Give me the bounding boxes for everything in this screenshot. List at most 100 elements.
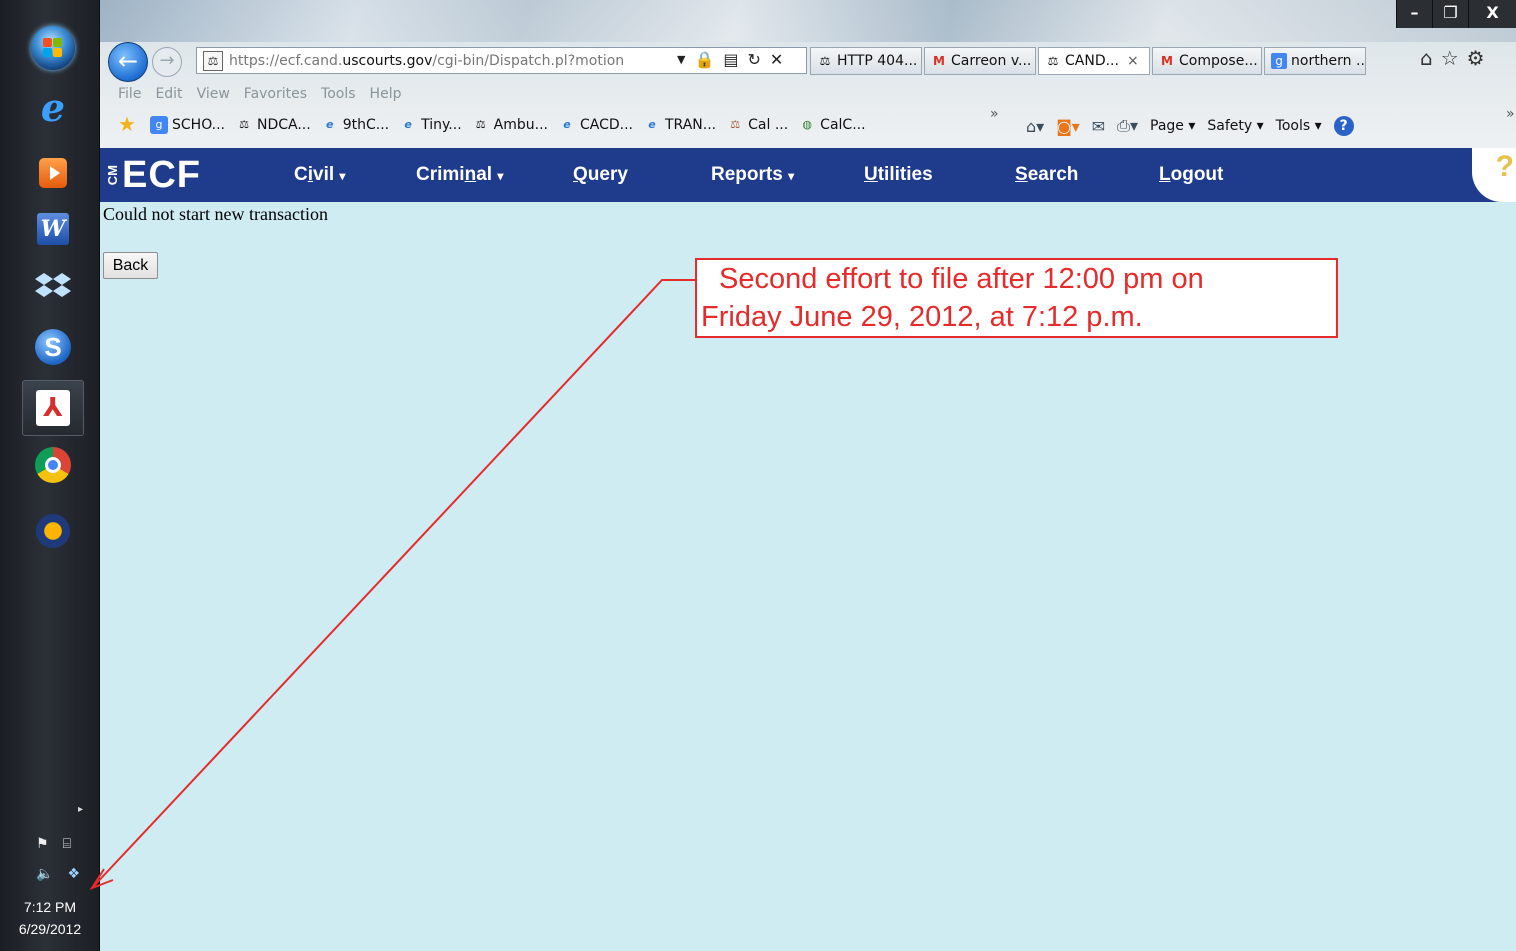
menu-reports[interactable]: Reports ▾ xyxy=(711,148,794,202)
scales-icon: ⚖ xyxy=(239,118,249,131)
app-s-icon[interactable]: S xyxy=(22,322,84,372)
window-controls: – ❐ X xyxy=(1396,0,1516,28)
ie-page-icon: e xyxy=(563,118,571,131)
google-icon: g xyxy=(150,116,168,134)
ecf-navigation-bar: CM ECF Civil ▾ Criminal ▾ Query Reports … xyxy=(100,148,1516,202)
menu-file[interactable]: File xyxy=(118,86,141,102)
tab-label: Carreon v... xyxy=(951,53,1032,69)
favorite-label: CalC... xyxy=(820,117,866,133)
window-frame-background xyxy=(100,0,1516,42)
safety-menu[interactable]: Safety ▾ xyxy=(1207,118,1263,134)
page-menu[interactable]: Page ▾ xyxy=(1150,118,1195,134)
tools-menu[interactable]: Tools ▾ xyxy=(1276,118,1322,134)
address-dropdown-icon[interactable]: ▼ xyxy=(677,50,685,70)
favorite-item[interactable]: ⚖ Ambu... xyxy=(472,114,548,136)
command-bar: ⌂▾ ◙▾ ✉ ⎙▾ Page ▾ Safety ▾ Tools ▾ ? xyxy=(1026,116,1354,136)
tab-label: CAND... xyxy=(1065,53,1119,69)
menu-query[interactable]: Query xyxy=(573,148,628,202)
scales-icon: ⚖ xyxy=(730,118,741,131)
favorite-item[interactable]: ◍ CalC... xyxy=(798,114,865,136)
menu-search[interactable]: Search xyxy=(1015,148,1078,202)
action-center-flag-icon[interactable]: ⚑ xyxy=(36,836,49,852)
favorite-label: Ambu... xyxy=(493,117,548,133)
refresh-icon[interactable]: ↻ xyxy=(748,50,761,70)
favorites-overflow-chevron-icon[interactable]: » xyxy=(990,106,999,122)
ie-page-icon: e xyxy=(325,118,334,131)
gmail-icon: M xyxy=(933,54,945,68)
tab-http-404[interactable]: ⚖ HTTP 404... xyxy=(810,47,922,75)
menu-help[interactable]: Help xyxy=(370,86,402,102)
internet-explorer-icon[interactable]: e xyxy=(22,82,84,132)
ie-page-icon: e xyxy=(648,118,656,131)
volume-icon[interactable]: 🔈 xyxy=(36,866,53,882)
stop-icon[interactable]: ✕ xyxy=(770,50,783,70)
favorite-item[interactable]: e TRAN... xyxy=(643,114,716,136)
read-mail-icon[interactable]: ✉ xyxy=(1092,117,1105,136)
tab-label: HTTP 404... xyxy=(837,53,918,69)
back-button[interactable]: Back xyxy=(103,252,158,279)
clock-date: 6/29/2012 xyxy=(18,921,82,937)
audio-app-icon[interactable] xyxy=(22,506,84,556)
chrome-icon[interactable] xyxy=(22,440,84,490)
menu-favorites[interactable]: Favorites xyxy=(244,86,307,102)
tab-cand[interactable]: ⚖ CAND... × xyxy=(1038,47,1150,75)
minimize-button[interactable]: – xyxy=(1396,0,1432,28)
favorite-item[interactable]: e CACD... xyxy=(558,114,633,136)
acrobat-icon[interactable]: ⅄ xyxy=(22,380,84,436)
favorite-item[interactable]: ⚖ NDCA... xyxy=(235,114,311,136)
media-player-icon[interactable] xyxy=(22,148,84,198)
menu-criminal[interactable]: Criminal ▾ xyxy=(416,148,503,202)
menu-view[interactable]: View xyxy=(197,86,230,102)
favorite-label: TRAN... xyxy=(665,117,717,133)
annotation-callout: Second effort to file after 12:00 pm on … xyxy=(695,258,1338,338)
favorites-add-star-icon[interactable]: ★ xyxy=(118,114,140,136)
show-hidden-icons-arrow[interactable]: ▸ xyxy=(78,804,88,815)
favorite-label: Cal ... xyxy=(748,117,789,133)
tab-northern[interactable]: g northern ... xyxy=(1264,47,1366,75)
favorites-bar: ★ g SCHO... ⚖ NDCA... e 9thC... e Tiny... ⚖ A… xyxy=(118,114,866,136)
tray-row-1: ⚑ ⌸ xyxy=(36,836,71,852)
compatibility-view-icon[interactable]: ▤ xyxy=(723,50,738,70)
settings-gear-icon[interactable]: ⚙ xyxy=(1467,46,1485,70)
scales-icon: ⚖ xyxy=(475,118,486,131)
print-icon[interactable]: ⎙▾ xyxy=(1117,116,1138,136)
dropbox-tray-icon[interactable]: ❖ xyxy=(67,866,80,882)
chevron-down-icon: ▾ xyxy=(497,169,504,183)
lock-icon[interactable]: 🔒 xyxy=(694,50,714,70)
menu-utilities[interactable]: Utilities xyxy=(864,148,933,202)
tray-row-2: 🔈 ❖ xyxy=(36,866,80,882)
ecf-help-button[interactable]: ? xyxy=(1472,148,1516,202)
tab-strip: ⚖ HTTP 404... M Carreon v... ⚖ CAND... ×… xyxy=(810,47,1368,75)
address-tools: ▼ 🔒 ▤ ↻ ✕ xyxy=(677,50,783,70)
tab-carreon[interactable]: M Carreon v... xyxy=(924,47,1036,75)
home-icon[interactable]: ⌂ xyxy=(1420,46,1433,70)
favorite-item[interactable]: e Tiny... xyxy=(399,114,461,136)
tab-close-icon[interactable]: × xyxy=(1127,53,1139,69)
help-circle-icon[interactable]: ? xyxy=(1333,116,1354,136)
favorite-item[interactable]: g SCHO... xyxy=(150,114,225,136)
close-button[interactable]: X xyxy=(1468,0,1516,28)
favorite-item[interactable]: e 9thC... xyxy=(321,114,389,136)
home-command-icon[interactable]: ⌂▾ xyxy=(1026,117,1044,136)
site-favicon-icon: ⚖ xyxy=(203,50,223,71)
favorites-star-icon[interactable]: ☆ xyxy=(1441,46,1459,70)
menu-edit[interactable]: Edit xyxy=(155,86,182,102)
forward-arrow-button[interactable]: → xyxy=(152,47,182,77)
dropbox-icon[interactable] xyxy=(22,262,84,312)
network-icon[interactable]: ⌸ xyxy=(63,836,71,852)
maximize-button[interactable]: ❐ xyxy=(1432,0,1468,28)
menu-tools[interactable]: Tools xyxy=(321,86,356,102)
back-arrow-button[interactable]: ← xyxy=(108,42,148,82)
logo-ecf: ECF xyxy=(122,154,201,196)
menu-civil[interactable]: Civil ▾ xyxy=(294,148,345,202)
favorite-item[interactable]: ⚖ Cal ... xyxy=(726,114,788,136)
feeds-icon[interactable]: ◙▾ xyxy=(1056,117,1080,136)
favorite-label: NDCA... xyxy=(257,117,311,133)
system-clock[interactable]: 7:12 PM 6/29/2012 xyxy=(0,896,100,940)
word-icon[interactable]: W xyxy=(22,204,84,254)
tab-compose[interactable]: M Compose... xyxy=(1152,47,1262,75)
start-button[interactable] xyxy=(31,26,75,70)
command-overflow-chevron-icon[interactable]: » xyxy=(1506,106,1515,122)
favorite-label: SCHO... xyxy=(172,117,225,133)
menu-logout[interactable]: Logout xyxy=(1159,148,1223,202)
